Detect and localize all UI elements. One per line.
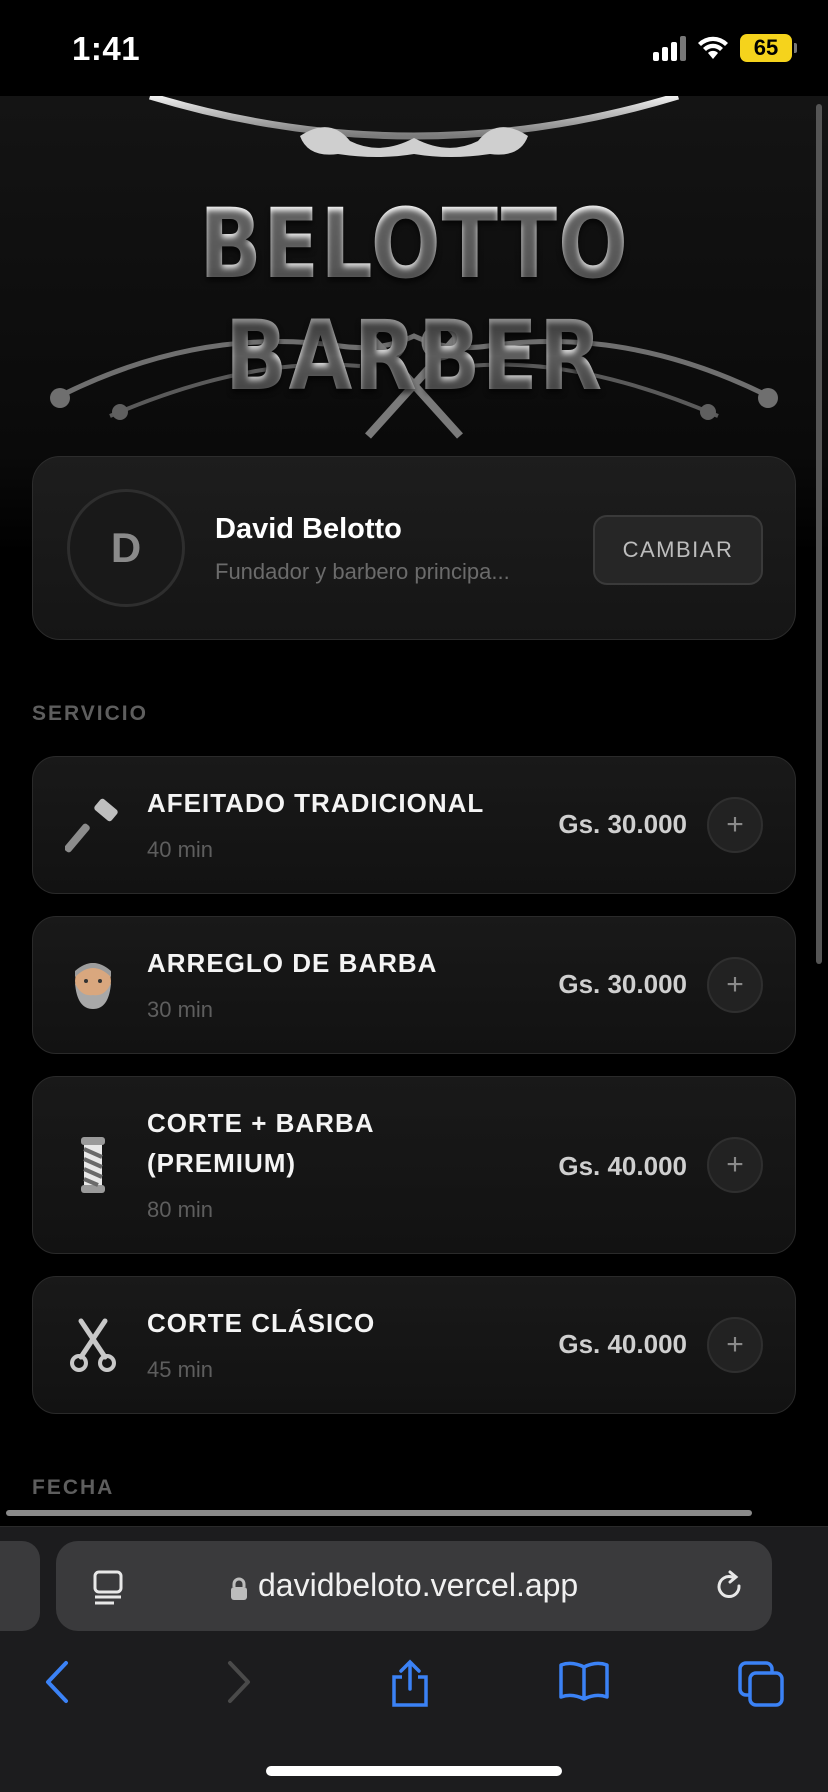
- wifi-icon: [698, 36, 728, 59]
- add-service-button[interactable]: +: [707, 1317, 763, 1373]
- share-icon[interactable]: [388, 1659, 432, 1709]
- status-icons: 65: [653, 34, 797, 62]
- add-service-button[interactable]: +: [707, 1137, 763, 1193]
- section-label-service: SERVICIO: [32, 702, 148, 725]
- service-name: CORTE + BARBA (PREMIUM): [147, 1108, 374, 1178]
- service-duration: 40 min: [147, 837, 214, 862]
- service-price: Gs. 40.000: [558, 1151, 687, 1181]
- tabs-icon[interactable]: [736, 1659, 786, 1709]
- lock-icon: [231, 1577, 247, 1600]
- service-item[interactable]: CORTE CLÁSICO 45 min Gs. 40.000 +: [32, 1276, 796, 1414]
- service-name: ARREGLO DE BARBA: [147, 948, 438, 978]
- home-indicator[interactable]: [266, 1766, 562, 1776]
- reload-icon[interactable]: [712, 1569, 746, 1603]
- status-time: 1:41: [72, 30, 141, 67]
- service-name: CORTE CLÁSICO: [147, 1308, 376, 1338]
- browser-toolbar: [0, 1647, 828, 1727]
- vertical-scrollbar[interactable]: [816, 104, 822, 964]
- hero-banner: BELOTTO BARBER: [0, 96, 828, 452]
- service-name: AFEITADO TRADICIONAL: [147, 788, 485, 818]
- status-bar: 1:41 65: [0, 0, 828, 96]
- bearded-man-icon: [61, 953, 125, 1017]
- cellular-signal-icon: [653, 35, 686, 61]
- reader-mode-icon[interactable]: [92, 1569, 126, 1605]
- scissors-icon: [61, 1313, 125, 1377]
- barber-card[interactable]: D David Belotto Fundador y barbero princ…: [32, 456, 796, 640]
- bookmarks-icon[interactable]: [558, 1659, 610, 1703]
- avatar: D: [67, 489, 185, 607]
- service-price: Gs. 30.000: [558, 809, 687, 839]
- change-barber-button[interactable]: CAMBIAR: [593, 515, 763, 585]
- add-service-button[interactable]: +: [707, 957, 763, 1013]
- back-icon[interactable]: [42, 1659, 74, 1705]
- previous-tab-preview[interactable]: [0, 1541, 40, 1631]
- url-text: davidbeloto.vercel.app: [258, 1567, 579, 1603]
- forward-icon[interactable]: [222, 1659, 254, 1705]
- horizontal-scrollbar[interactable]: [6, 1510, 752, 1516]
- service-item[interactable]: AFEITADO TRADICIONAL 40 min Gs. 30.000 +: [32, 756, 796, 894]
- service-price: Gs. 30.000: [558, 969, 687, 999]
- barber-name: David Belotto: [215, 513, 402, 545]
- service-item[interactable]: CORTE + BARBA (PREMIUM) 80 min Gs. 40.00…: [32, 1076, 796, 1254]
- service-duration: 80 min: [147, 1197, 214, 1222]
- page-content[interactable]: BELOTTO BARBER D David Belotto Fundador …: [0, 96, 828, 1526]
- browser-chrome: davidbeloto.vercel.app: [0, 1526, 828, 1792]
- service-price: Gs. 40.000: [558, 1329, 687, 1359]
- add-service-button[interactable]: +: [707, 797, 763, 853]
- battery-icon: 65: [740, 34, 797, 62]
- brand-title: BELOTTO BARBER: [58, 188, 770, 412]
- battery-level: 65: [753, 35, 779, 60]
- razor-icon: [61, 793, 125, 857]
- service-item[interactable]: ARREGLO DE BARBA 30 min Gs. 30.000 +: [32, 916, 796, 1054]
- service-duration: 45 min: [147, 1357, 214, 1382]
- section-label-date: FECHA: [32, 1476, 115, 1499]
- address-bar[interactable]: davidbeloto.vercel.app: [56, 1541, 772, 1631]
- barber-role: Fundador y barbero principa...: [215, 559, 510, 584]
- barber-pole-icon: [61, 1133, 125, 1197]
- service-duration: 30 min: [147, 997, 214, 1022]
